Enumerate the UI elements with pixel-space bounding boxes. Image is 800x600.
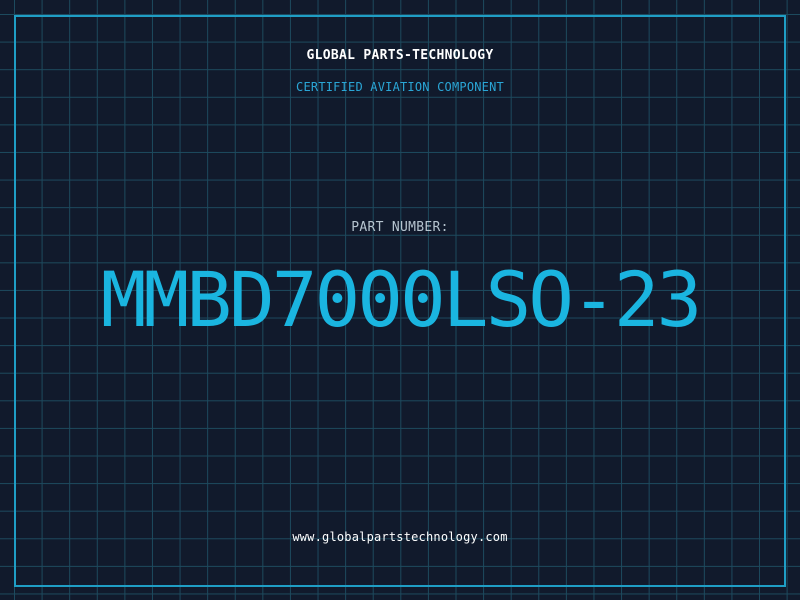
website-link[interactable]: www.globalpartstechnology.com [0,530,800,544]
tagline: CERTIFIED AVIATION COMPONENT [296,80,504,94]
part-number-label: PART NUMBER: [351,220,449,235]
part-number: MMBD7000LSO-23 [100,255,703,344]
company-name: GLOBAL PARTS-TECHNOLOGY [306,48,494,63]
